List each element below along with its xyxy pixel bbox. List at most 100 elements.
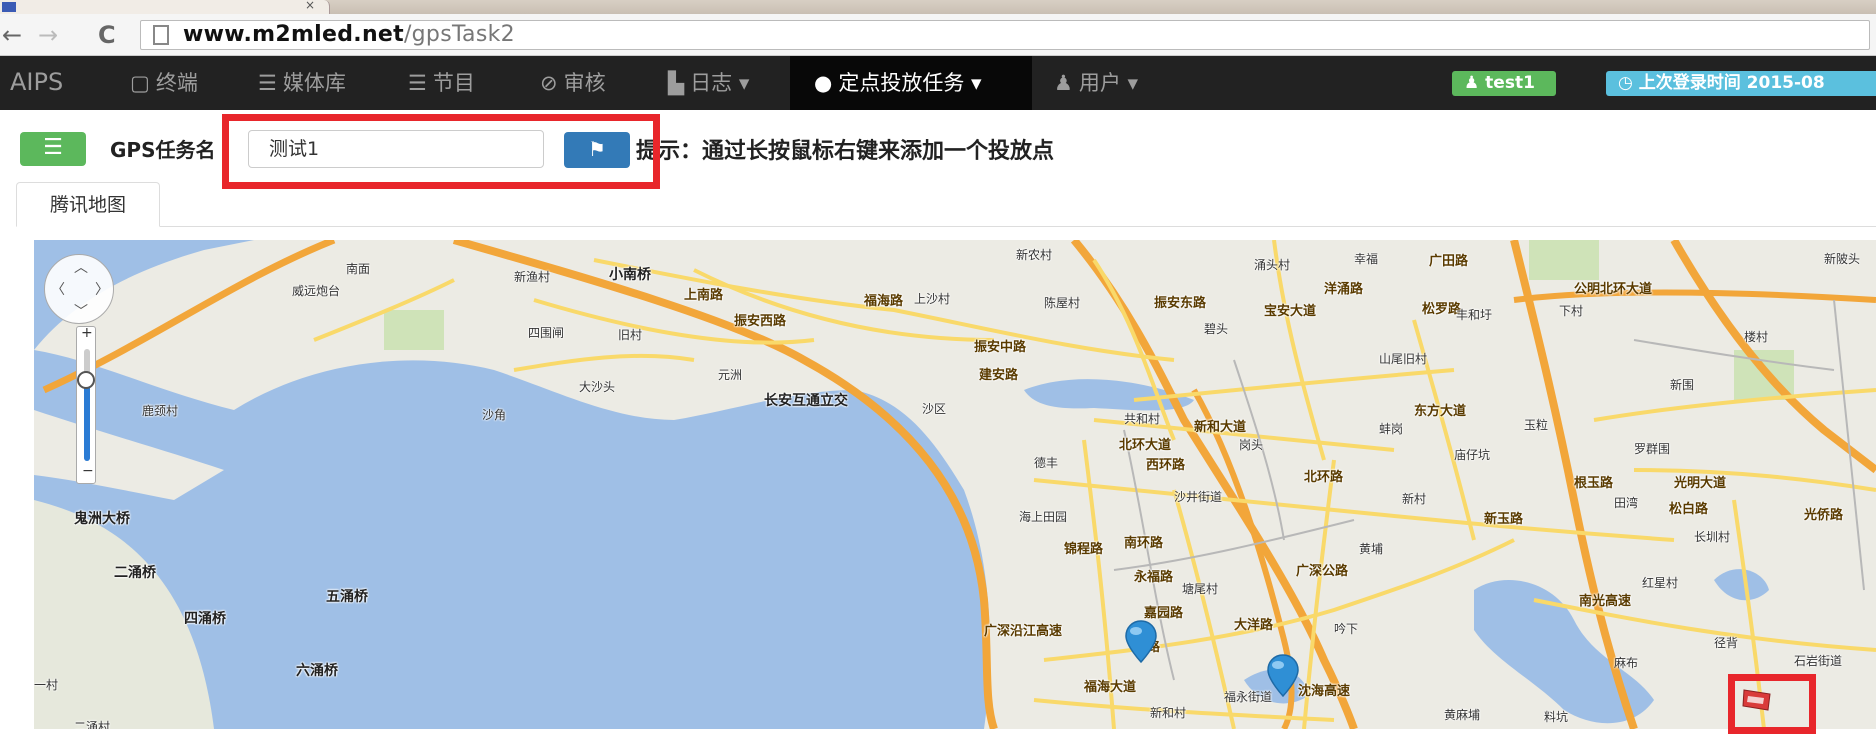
map-label: 福海路 [864, 294, 904, 309]
nav-user-dropdown[interactable]: ♟ 用户 ▾ [1054, 56, 1138, 110]
map-label: 光明大道 [1674, 476, 1727, 491]
map-label: 五涌桥 [326, 589, 368, 605]
map-label: 长安互通立交 [764, 393, 848, 409]
nav-media-library[interactable]: ☰ 媒体库 [258, 56, 346, 110]
task-list-button[interactable]: ☰ [20, 132, 86, 166]
map-label: 吟下 [1334, 622, 1359, 636]
caret-down-icon: ▾ [732, 71, 750, 95]
map-label: 东方大道 [1414, 404, 1467, 419]
map-canvas[interactable]: ︿ 〈 〉 ﹀ + − 小南桥 新农村 涌头村 幸福 广田路 公明北环大道 新陂… [34, 240, 1876, 729]
clock-icon: ◷ [1618, 73, 1639, 93]
caret-down-icon: ▾ [1120, 71, 1139, 95]
map-label: 德丰 [1034, 456, 1059, 470]
map-label: 南环路 [1124, 536, 1164, 551]
map-label: 罗群围 [1634, 442, 1671, 456]
nav-fixed-point-task-dropdown[interactable]: ● 定点投放任务 ▾ [790, 56, 1032, 110]
forward-arrow-icon[interactable]: → [38, 20, 58, 50]
nav-log-label: 日志 [690, 71, 733, 95]
zoom-knob[interactable] [77, 371, 95, 389]
map-label: 公明北环大道 [1574, 282, 1653, 297]
map-label: 长圳村 [1694, 530, 1731, 544]
map-label: 根玉路 [1574, 476, 1614, 491]
map-label: 新渔村 [514, 270, 551, 284]
map-label: 新和大道 [1194, 420, 1247, 435]
map-label: 南面 [346, 262, 371, 276]
tab-tencent-map[interactable]: 腾讯地图 [16, 182, 160, 227]
map-label: 大洋路 [1234, 618, 1274, 633]
map-label: 一村 [34, 678, 59, 692]
current-user-name: test1 [1485, 73, 1535, 93]
map-label: 共和村 [1124, 412, 1161, 426]
map-pan-control[interactable]: ︿ 〈 〉 ﹀ [44, 254, 114, 324]
program-icon: ☰ [408, 71, 427, 95]
highlight-box-flag [1728, 674, 1816, 734]
map-label: 大沙头 [579, 380, 616, 394]
map-label: 田湾 [1614, 496, 1639, 510]
check-circle-icon: ⊘ [540, 71, 558, 95]
map-label: 沙区 [922, 402, 947, 416]
map-label: 北环大道 [1119, 438, 1172, 453]
pan-right-icon[interactable]: 〉 [95, 279, 109, 299]
map-label: 南光高速 [1579, 594, 1632, 609]
nav-terminal[interactable]: ▢ 终端 [130, 56, 198, 110]
reload-icon[interactable]: C [98, 20, 116, 50]
map-label: 海上田园 [1019, 510, 1068, 524]
media-icon: ☰ [258, 71, 277, 95]
nav-program[interactable]: ☰ 节目 [408, 56, 475, 110]
favicon-icon [2, 2, 16, 12]
map-label: 上南路 [684, 288, 724, 303]
map-label: 元洲 [718, 368, 743, 382]
map-label: 宝安大道 [1264, 304, 1317, 319]
map-label: 麻布 [1614, 656, 1639, 670]
nav-review[interactable]: ⊘ 审核 [540, 56, 606, 110]
zoom-in-icon[interactable]: + [81, 325, 93, 341]
zoom-level-fill [84, 383, 90, 461]
map-label: 新和村 [1150, 706, 1187, 720]
back-arrow-icon[interactable]: ← [2, 20, 22, 50]
map-label: 涌头村 [1254, 258, 1291, 272]
zoom-out-icon[interactable]: − [82, 463, 94, 479]
nav-review-label: 审核 [563, 71, 606, 95]
pan-down-icon[interactable]: ﹀ [74, 301, 88, 321]
nav-log-dropdown[interactable]: ▙ 日志 ▾ [668, 56, 749, 110]
url-text[interactable]: www.m2mled.net/gpsTask2 [183, 22, 515, 47]
tab-close-icon[interactable]: × [305, 0, 315, 12]
map-marker-pin[interactable] [1266, 654, 1300, 698]
map-label: 广深公路 [1296, 564, 1349, 579]
map-label: 沙角 [482, 408, 507, 422]
address-bar[interactable]: www.m2mled.net/gpsTask2 [140, 20, 1870, 50]
map-label: 广深沿江高速 [984, 624, 1063, 639]
pan-up-icon[interactable]: ︿ [74, 257, 88, 277]
map-label: 四涌桥 [184, 611, 226, 627]
map-label: 二涌村 [74, 720, 111, 729]
map-zoom-slider[interactable]: + − [76, 325, 96, 484]
nav-media-label: 媒体库 [282, 71, 346, 95]
map-marker-pin[interactable] [1124, 620, 1158, 664]
hint-text: 提示：通过长按鼠标右键来添加一个投放点 [636, 138, 1055, 164]
map-label: 松白路 [1669, 502, 1709, 517]
map-label: 福海大道 [1084, 680, 1137, 695]
nav-terminal-label: 终端 [155, 71, 198, 95]
map-label: 红星村 [1642, 576, 1679, 590]
map-label: 福永街道 [1224, 690, 1273, 704]
map-label: 碧头 [1204, 322, 1229, 336]
terminal-icon: ▢ [130, 71, 150, 95]
map-label: 庙仔坑 [1454, 448, 1491, 462]
map-label: 旧村 [618, 328, 643, 342]
list-icon: ☰ [43, 135, 63, 160]
url-host: www.m2mled.net [183, 22, 404, 47]
brand-logo[interactable]: AIPS [10, 68, 63, 96]
map-label: 北环路 [1304, 470, 1344, 485]
map-label: 小南桥 [609, 267, 651, 283]
user-icon: ♟ [1464, 73, 1486, 93]
browser-tab[interactable]: × [0, 0, 330, 14]
pan-left-icon[interactable]: 〈 [51, 279, 65, 299]
map-label: 黄麻埔 [1444, 708, 1481, 722]
map-label: 新陂头 [1824, 252, 1861, 266]
last-login-text: 上次登录时间 2015-08 [1638, 73, 1825, 93]
current-user-badge[interactable]: ♟ test1 [1452, 71, 1556, 96]
url-path: /gpsTask2 [403, 22, 515, 47]
map-label: 楼村 [1744, 330, 1769, 344]
map-label: 锦程路 [1064, 542, 1104, 557]
map-label: 丰和圩 [1456, 308, 1493, 322]
